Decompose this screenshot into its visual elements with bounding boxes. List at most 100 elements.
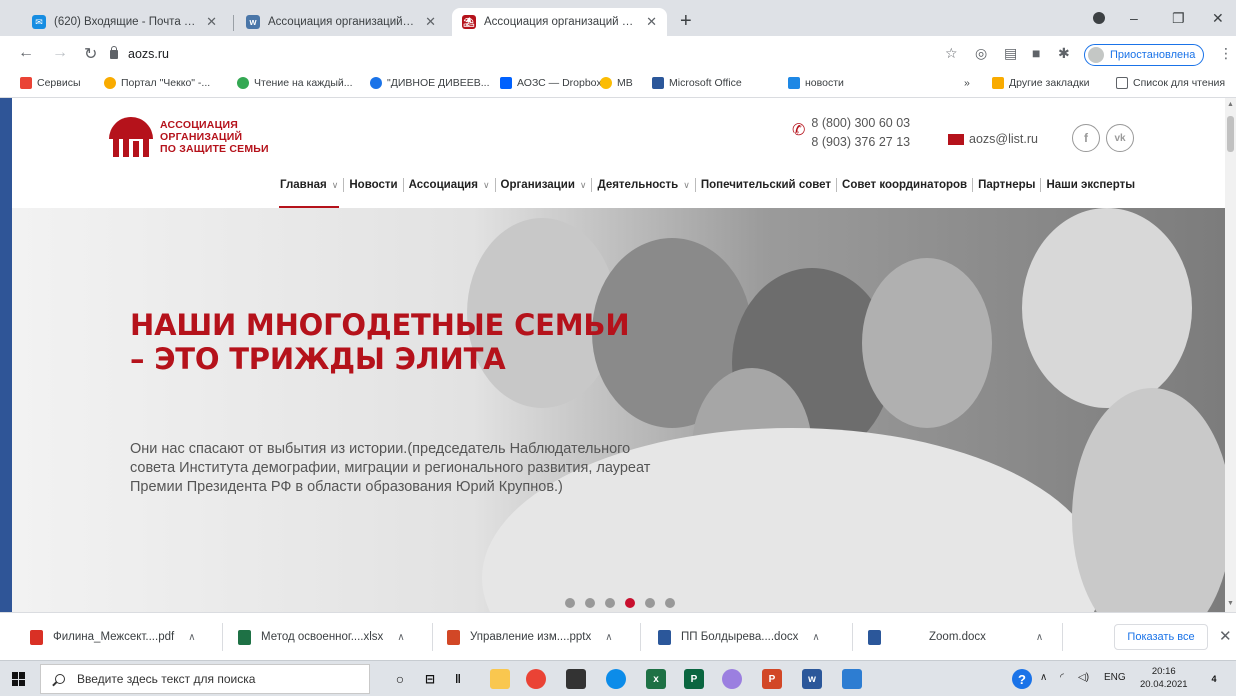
bookmarks-overflow[interactable]: » — [964, 77, 970, 89]
bookmark-item[interactable]: Портал "Чекко" -... — [104, 77, 210, 89]
nav-board-of-trustees[interactable]: Попечительский совет — [696, 176, 836, 194]
tab-mail[interactable]: ✉ (620) Входящие - Почта Mail.ru ✕ — [22, 8, 227, 36]
tab-vk[interactable]: w Ассоциация организаций по за ✕ — [236, 8, 446, 36]
chrome-icon[interactable] — [526, 669, 546, 689]
new-tab-button[interactable]: + — [680, 11, 692, 31]
extension-icon[interactable]: ◎ — [975, 45, 987, 62]
site-logo[interactable]: АССОЦИАЦИЯ ОРГАНИЗАЦИЙ ПО ЗАЩИТЕ СЕМЬИ — [107, 113, 269, 161]
download-item[interactable]: Филина_Межсект....pdf ∧ — [30, 625, 196, 649]
taskbar-search-input[interactable]: Введите здесь текст для поиска — [40, 664, 370, 694]
slider-dot[interactable] — [645, 598, 655, 608]
download-item[interactable]: Метод освоенног....xlsx ∧ — [238, 625, 405, 649]
close-icon[interactable]: ✕ — [1219, 627, 1232, 645]
bookmark-item[interactable]: МВ — [600, 77, 633, 89]
clock[interactable]: 20:16 20.04.2021 — [1140, 665, 1188, 691]
file-explorer-icon[interactable] — [490, 669, 510, 689]
bookmark-apps[interactable]: Сервисы — [20, 77, 81, 89]
extension-icon[interactable]: ▤ — [1004, 45, 1017, 62]
envelope-icon — [948, 133, 964, 145]
close-icon[interactable]: ✕ — [206, 14, 217, 30]
nav-news[interactable]: Новости — [344, 176, 402, 194]
show-all-downloads-button[interactable]: Показать все — [1114, 624, 1208, 650]
reload-icon[interactable]: ↻ — [84, 44, 97, 64]
nav-experts[interactable]: Наши эксперты — [1041, 176, 1140, 194]
phone-number[interactable]: 8 (800) 300 60 03 — [811, 114, 910, 133]
notifications-icon[interactable]: 4 — [1204, 669, 1224, 689]
word-file-icon — [658, 629, 671, 645]
project-icon[interactable]: P — [684, 669, 704, 689]
tab-search-icon[interactable] — [1093, 12, 1105, 24]
nav-home[interactable]: Главная ∨ — [275, 176, 343, 208]
chevron-up-icon: ∧ — [1035, 631, 1044, 643]
scroll-down-icon[interactable]: ▼ — [1227, 600, 1234, 607]
zoom-icon[interactable] — [842, 669, 862, 689]
edge-icon[interactable] — [606, 669, 626, 689]
reading-list-icon — [1116, 77, 1128, 89]
word-icon[interactable]: w — [802, 669, 822, 689]
url-text[interactable]: aozs.ru — [128, 47, 169, 61]
slider-dot[interactable] — [665, 598, 675, 608]
other-bookmarks[interactable]: Другие закладки — [992, 77, 1089, 89]
slider-dot[interactable] — [585, 598, 595, 608]
powerpoint-icon[interactable]: P — [762, 669, 782, 689]
volume-icon[interactable]: ◁) — [1078, 672, 1089, 683]
slider-dot-active[interactable] — [625, 598, 635, 608]
email-link[interactable]: aozs@list.ru — [948, 132, 1038, 146]
bookmark-item[interactable]: новости — [788, 77, 844, 89]
profile-button[interactable]: Приостановлена — [1084, 44, 1205, 66]
back-icon[interactable]: ← — [18, 44, 34, 62]
hero-title: НАШИ МНОГОДЕТНЫЕ СЕМЬИ – ЭТО ТРИЖДЫ ЭЛИТ… — [130, 308, 630, 376]
excel-icon[interactable]: x — [646, 669, 666, 689]
menu-icon[interactable]: ⋮ — [1219, 45, 1233, 62]
windows-start-icon[interactable] — [12, 672, 26, 686]
facebook-icon[interactable]: f — [1072, 124, 1100, 152]
bookmark-item[interactable]: Microsoft Office — [652, 77, 742, 89]
bookmark-icon — [600, 77, 612, 89]
language-indicator[interactable]: ENG — [1104, 672, 1126, 683]
forward-icon[interactable]: → — [52, 44, 68, 62]
vk-social-icon[interactable]: vk — [1106, 124, 1134, 152]
minimize-icon[interactable]: – — [1130, 10, 1138, 26]
close-icon[interactable]: ✕ — [646, 14, 657, 30]
tab-aozs-active[interactable]: ⛱ Ассоциация организаций по за ✕ — [452, 8, 667, 36]
reading-list[interactable]: Список для чтения — [1116, 77, 1225, 89]
network-icon[interactable]: ◜ — [1060, 672, 1064, 683]
puzzle-icon[interactable]: ✱ — [1058, 45, 1070, 62]
download-item[interactable]: Управление изм....pptx ∧ — [447, 625, 613, 649]
chevron-up-icon: ∧ — [188, 631, 196, 643]
hp-icon[interactable] — [722, 669, 742, 689]
extension-badge-icon[interactable]: ■ — [1032, 45, 1040, 61]
bookmark-item[interactable]: АОЗС — Dropbox — [500, 77, 602, 89]
scroll-up-icon[interactable]: ▲ — [1227, 101, 1234, 108]
help-icon[interactable]: ? — [1012, 669, 1032, 689]
nav-partners[interactable]: Партнеры — [973, 176, 1040, 194]
store-icon[interactable] — [566, 669, 586, 689]
tray-chevron-icon[interactable]: ∧ — [1040, 672, 1047, 683]
toolbar: ← → ↻ aozs.ru ☆ ◎ ▤ ■ ✱ Приостановлена ⋮ — [0, 36, 1236, 72]
cortana-icon[interactable]: ○ — [390, 669, 410, 689]
bookmark-item[interactable]: Чтение на каждый... — [237, 77, 352, 89]
nav-association[interactable]: Ассоциация ∨ — [404, 176, 495, 194]
close-window-icon[interactable]: ✕ — [1212, 10, 1224, 27]
nav-organizations[interactable]: Организации ∨ — [496, 176, 592, 194]
task-view-icon[interactable]: ⊟ — [420, 669, 440, 689]
bookmark-icon — [104, 77, 116, 89]
pdf-file-icon — [30, 629, 43, 645]
phone-number[interactable]: 8 (903) 376 27 13 — [811, 133, 910, 152]
page-scrollbar[interactable]: ▲ ▼ — [1225, 98, 1236, 612]
bookmark-item[interactable]: "ДИВНОЕ ДИВЕЕВ... — [370, 77, 489, 89]
address-bar[interactable]: aozs.ru — [110, 42, 940, 66]
nav-coordinators[interactable]: Совет координаторов — [837, 176, 972, 194]
download-item[interactable]: Zoom.docx ∧ — [868, 625, 1043, 649]
scrollbar-thumb[interactable] — [1227, 116, 1234, 152]
download-item[interactable]: ПП Болдырева....docx ∧ — [658, 625, 820, 649]
bookmark-star-icon[interactable]: ☆ — [945, 45, 958, 62]
slider-dot[interactable] — [605, 598, 615, 608]
hero-slider[interactable]: НАШИ МНОГОДЕТНЫЕ СЕМЬИ – ЭТО ТРИЖДЫ ЭЛИТ… — [12, 208, 1225, 612]
restore-icon[interactable]: ❐ — [1172, 10, 1185, 27]
nav-activity[interactable]: Деятельность ∨ — [592, 176, 694, 194]
search-icon — [55, 674, 65, 684]
phone-block: ✆ 8 (800) 300 60 03 8 (903) 376 27 13 — [792, 114, 910, 152]
slider-dot[interactable] — [565, 598, 575, 608]
close-icon[interactable]: ✕ — [425, 14, 436, 30]
